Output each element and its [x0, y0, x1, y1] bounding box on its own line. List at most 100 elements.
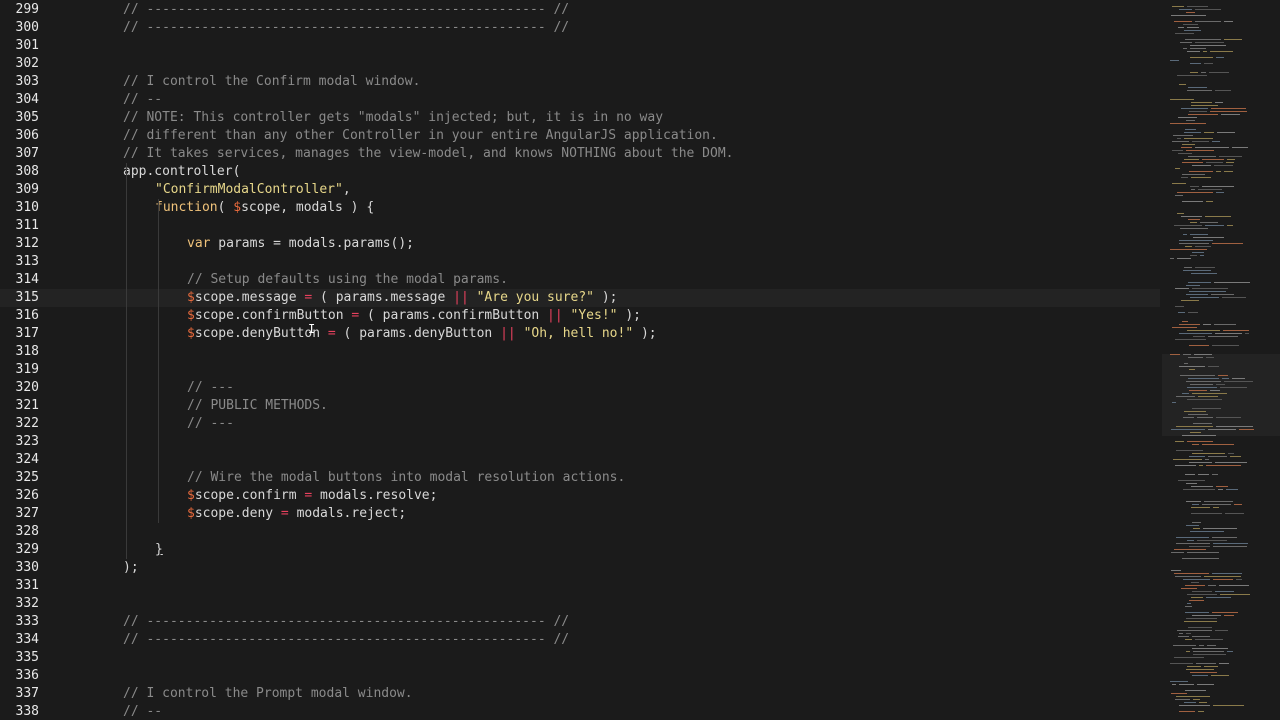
line-number[interactable]: 328	[0, 523, 39, 541]
line-number[interactable]: 310	[0, 199, 39, 217]
code-area[interactable]: 299 // ----------------------------------…	[0, 0, 1160, 720]
code-line[interactable]: 315 $scope.message = ( params.message || …	[0, 289, 1160, 307]
line-number[interactable]: 325	[0, 469, 39, 487]
code-line[interactable]: 322 // ---	[0, 415, 1160, 433]
line-number[interactable]: 335	[0, 649, 39, 667]
line-number[interactable]: 320	[0, 379, 39, 397]
line-number[interactable]: 316	[0, 307, 39, 325]
line-number[interactable]: 333	[0, 613, 39, 631]
code-line[interactable]: 306 // different than any other Controlle…	[0, 127, 1160, 145]
code-text[interactable]: // --	[123, 703, 162, 720]
code-line[interactable]: 301	[0, 37, 1160, 55]
code-line[interactable]: 313	[0, 253, 1160, 271]
line-number[interactable]: 300	[0, 19, 39, 37]
line-number[interactable]: 301	[0, 37, 39, 55]
line-number[interactable]: 331	[0, 577, 39, 595]
code-line[interactable]: 302	[0, 55, 1160, 73]
code-line[interactable]: 333 // ----------------------------------…	[0, 613, 1160, 631]
line-number[interactable]: 299	[0, 1, 39, 19]
code-text[interactable]: "ConfirmModalController",	[155, 181, 351, 199]
code-text[interactable]: // Setup defaults using the modal params…	[187, 271, 508, 289]
line-number[interactable]: 303	[0, 73, 39, 91]
code-text[interactable]: // I control the Prompt modal window.	[123, 685, 413, 703]
code-text[interactable]: $scope.confirm = modals.resolve;	[187, 487, 437, 505]
line-number[interactable]: 321	[0, 397, 39, 415]
line-number[interactable]: 309	[0, 181, 39, 199]
code-text[interactable]: $scope.confirmButton = ( params.confirmB…	[187, 307, 641, 325]
code-line[interactable]: 338 // --	[0, 703, 1160, 720]
code-line[interactable]: 311	[0, 217, 1160, 235]
code-text[interactable]: $scope.message = ( params.message || "Ar…	[187, 289, 618, 307]
code-text[interactable]: $scope.deny = modals.reject;	[187, 505, 406, 523]
code-line[interactable]: 325 // Wire the modal buttons into modal …	[0, 469, 1160, 487]
code-text[interactable]: app.controller(	[123, 163, 240, 181]
code-line[interactable]: 308 app.controller(	[0, 163, 1160, 181]
code-line[interactable]: 331	[0, 577, 1160, 595]
code-line[interactable]: 320 // ---	[0, 379, 1160, 397]
line-number[interactable]: 323	[0, 433, 39, 451]
line-number[interactable]: 329	[0, 541, 39, 559]
line-number[interactable]: 318	[0, 343, 39, 361]
line-number[interactable]: 307	[0, 145, 39, 163]
line-number[interactable]: 302	[0, 55, 39, 73]
code-line[interactable]: 323	[0, 433, 1160, 451]
code-text[interactable]: // -------------------------------------…	[123, 613, 569, 631]
line-number[interactable]: 312	[0, 235, 39, 253]
line-number[interactable]: 314	[0, 271, 39, 289]
line-number[interactable]: 319	[0, 361, 39, 379]
line-number[interactable]: 336	[0, 667, 39, 685]
code-line[interactable]: 321 // PUBLIC METHODS.	[0, 397, 1160, 415]
line-number[interactable]: 308	[0, 163, 39, 181]
code-line[interactable]: 318	[0, 343, 1160, 361]
code-line[interactable]: 309 "ConfirmModalController",	[0, 181, 1160, 199]
line-number[interactable]: 324	[0, 451, 39, 469]
code-line[interactable]: 319	[0, 361, 1160, 379]
code-line[interactable]: 305 // NOTE: This controller gets "modals…	[0, 109, 1160, 127]
line-number[interactable]: 326	[0, 487, 39, 505]
code-text[interactable]: // -------------------------------------…	[123, 1, 569, 19]
code-line[interactable]: 312 var params = modals.params();	[0, 235, 1160, 253]
code-text[interactable]: // I control the Confirm modal window.	[123, 73, 420, 91]
line-number[interactable]: 327	[0, 505, 39, 523]
code-line[interactable]: 307 // It takes services, manages the vie…	[0, 145, 1160, 163]
code-text[interactable]: );	[123, 559, 139, 577]
code-line[interactable]: 299 // ----------------------------------…	[0, 1, 1160, 19]
code-line[interactable]: 328	[0, 523, 1160, 541]
code-line[interactable]: 303 // I control the Confirm modal window…	[0, 73, 1160, 91]
code-line[interactable]: 310 function( $scope, modals ) {	[0, 199, 1160, 217]
code-text[interactable]: // ---	[187, 415, 234, 433]
code-text[interactable]: // -------------------------------------…	[123, 19, 569, 37]
line-number[interactable]: 304	[0, 91, 39, 109]
code-text[interactable]: }	[155, 541, 163, 559]
code-text[interactable]: // ---	[187, 379, 234, 397]
code-text[interactable]: // PUBLIC METHODS.	[187, 397, 328, 415]
line-number[interactable]: 317	[0, 325, 39, 343]
line-number[interactable]: 338	[0, 703, 39, 720]
code-text[interactable]: // --	[123, 91, 162, 109]
line-number[interactable]: 306	[0, 127, 39, 145]
code-line[interactable]: 330);	[0, 559, 1160, 577]
line-number[interactable]: 313	[0, 253, 39, 271]
code-line[interactable]: 336	[0, 667, 1160, 685]
code-line[interactable]: 324	[0, 451, 1160, 469]
line-number[interactable]: 332	[0, 595, 39, 613]
code-text[interactable]: // NOTE: This controller gets "modals" i…	[123, 109, 663, 127]
line-number[interactable]: 305	[0, 109, 39, 127]
code-text[interactable]: $scope.denyButton = ( params.denyButton …	[187, 325, 657, 343]
code-line[interactable]: 337 // I control the Prompt modal window.	[0, 685, 1160, 703]
code-line[interactable]: 326 $scope.confirm = modals.resolve;	[0, 487, 1160, 505]
code-text[interactable]: // different than any other Controller i…	[123, 127, 718, 145]
code-line[interactable]: 335	[0, 649, 1160, 667]
line-number[interactable]: 330	[0, 559, 39, 577]
code-editor[interactable]: 299 // ----------------------------------…	[0, 0, 1280, 720]
code-line[interactable]: 316 $scope.confirmButton = ( params.confi…	[0, 307, 1160, 325]
code-line[interactable]: 317 $scope.denyButton = ( params.denyButt…	[0, 325, 1160, 343]
line-number[interactable]: 315	[0, 289, 39, 307]
code-text[interactable]: function( $scope, modals ) {	[155, 199, 374, 217]
code-text[interactable]: var params = modals.params();	[187, 235, 414, 253]
code-line[interactable]: 334 // ----------------------------------…	[0, 631, 1160, 649]
line-number[interactable]: 311	[0, 217, 39, 235]
code-line[interactable]: 304 // --	[0, 91, 1160, 109]
code-line[interactable]: 332	[0, 595, 1160, 613]
minimap[interactable]	[1160, 0, 1280, 720]
